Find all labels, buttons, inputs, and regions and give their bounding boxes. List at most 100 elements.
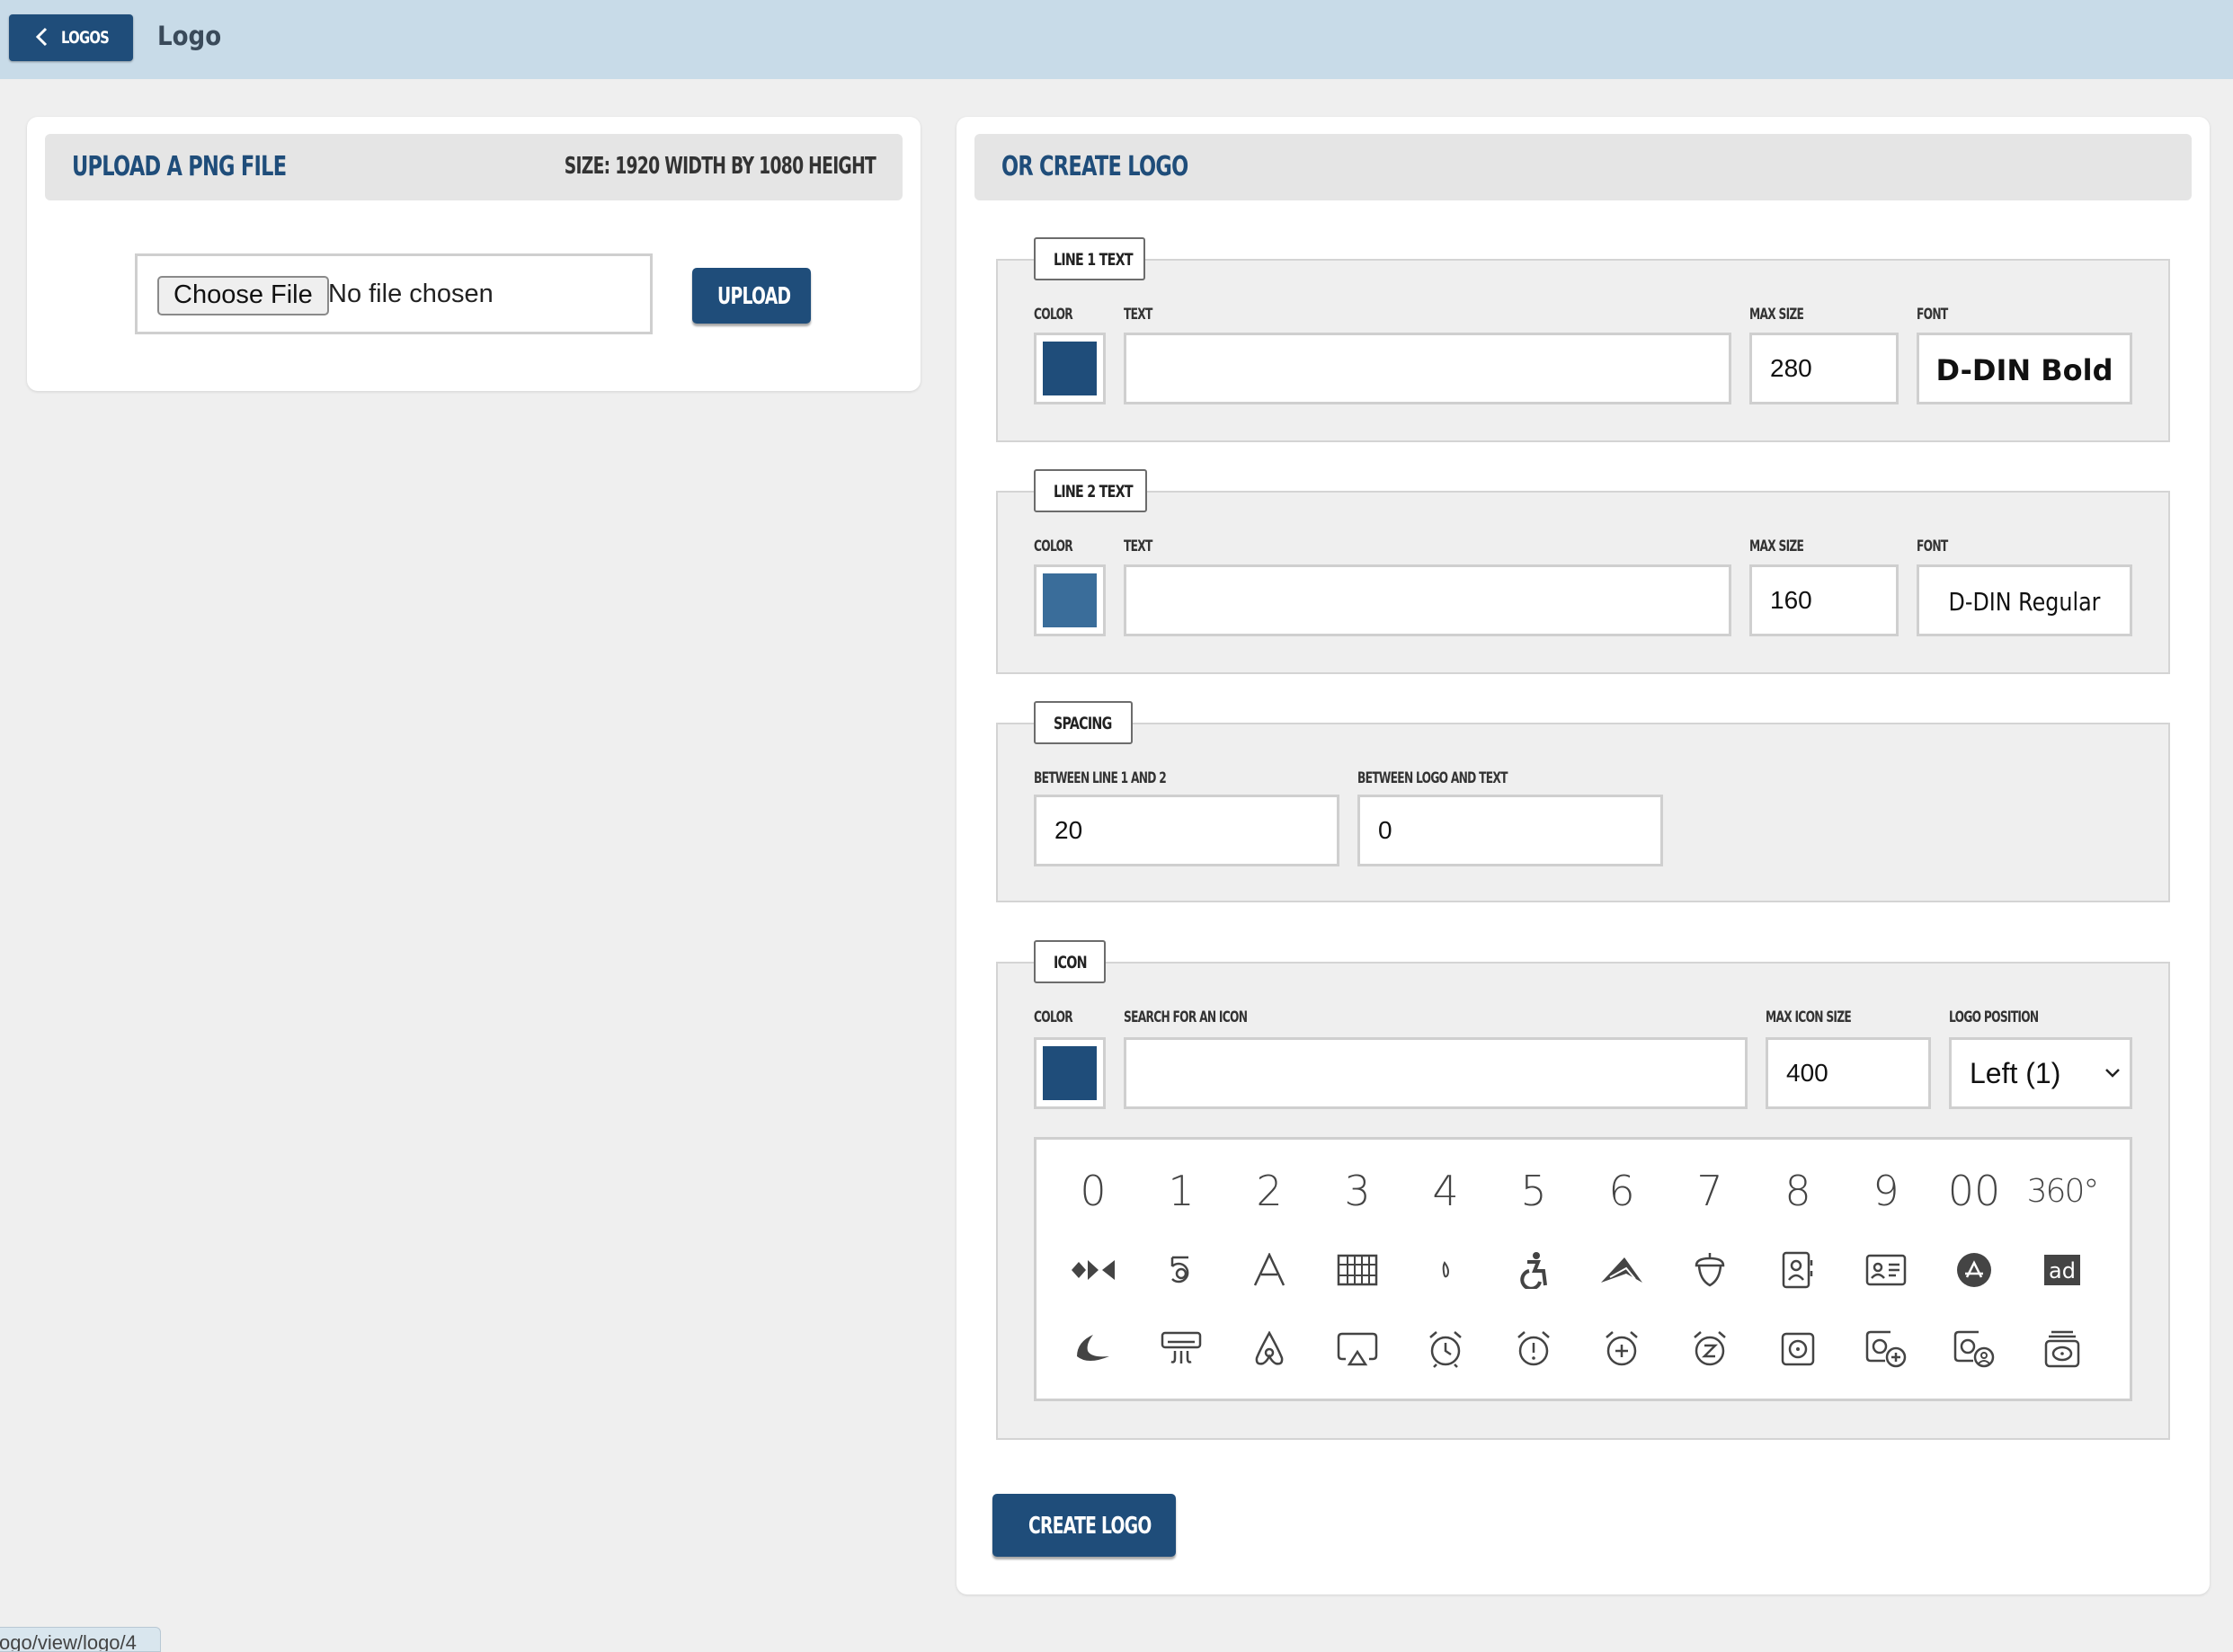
line1-color-picker[interactable]	[1034, 333, 1106, 404]
line2-max-size-value: 160	[1770, 586, 1812, 614]
status-url-tooltip: /logo/view/logo/4	[0, 1627, 161, 1652]
icon-6[interactable]: 6	[1590, 1159, 1653, 1222]
abacus-icon[interactable]	[1326, 1239, 1389, 1301]
icon-color-picker[interactable]	[1034, 1037, 1106, 1109]
ad-icon[interactable]: ad	[2031, 1239, 2094, 1301]
create-logo-header: OR CREATE LOGO	[974, 134, 2192, 200]
between-logo-text-value: 0	[1378, 816, 1392, 844]
icon-legend-label: ICON	[1054, 953, 1088, 973]
line2-text-input[interactable]	[1124, 564, 1731, 636]
accusoft-icon[interactable]	[1590, 1239, 1653, 1301]
between-logo-text-input[interactable]: 0	[1357, 795, 1663, 866]
icon-4[interactable]: 4	[1414, 1159, 1477, 1222]
airplay-icon[interactable]	[1326, 1318, 1389, 1381]
address-book-icon[interactable]	[1766, 1239, 1829, 1301]
alarm-plus-icon[interactable]	[1590, 1318, 1653, 1381]
500px-icon[interactable]	[1150, 1239, 1213, 1301]
line2-text-label: TEXT	[1124, 537, 1152, 555]
logo-position-label: LOGO POSITION	[1949, 1008, 2039, 1026]
acquisitions-incorporated-icon[interactable]	[1062, 1318, 1125, 1381]
max-icon-size-input[interactable]: 400	[1766, 1037, 1931, 1109]
line1-font-value: D-DIN Bold	[1935, 353, 2113, 387]
chevron-down-icon	[2105, 1069, 2120, 1078]
line2-max-size-input[interactable]: 160	[1749, 564, 1899, 636]
album-circle-user-icon[interactable]	[1943, 1318, 2006, 1381]
line1-max-size-value: 280	[1770, 354, 1812, 382]
status-url-text: /logo/view/logo/4	[0, 1631, 137, 1652]
icon-2[interactable]: 2	[1238, 1159, 1301, 1222]
upload-panel-header: UPLOAD A PNG FILE SIZE: 1920 WIDTH BY 10…	[45, 134, 903, 200]
address-card-icon[interactable]	[1855, 1239, 1917, 1301]
chevron-left-icon	[35, 27, 48, 47]
icon-5[interactable]: 5	[1502, 1159, 1565, 1222]
album-icon[interactable]	[1766, 1318, 1829, 1381]
no-file-chosen-text: No file chosen	[328, 280, 494, 308]
spacing-legend: SPACING	[1034, 701, 1133, 744]
line1-legend: LINE 1 TEXT	[1034, 237, 1145, 280]
max-icon-size-label: MAX ICON SIZE	[1766, 1008, 1852, 1026]
page-title: Logo	[157, 21, 222, 51]
icon-360-degrees[interactable]: 360°	[2027, 1159, 2100, 1222]
line1-text-label: TEXT	[1124, 306, 1152, 324]
album-circle-plus-icon[interactable]	[1855, 1318, 1917, 1381]
icon-9[interactable]: 9	[1855, 1159, 1917, 1222]
air-conditioner-icon[interactable]	[1150, 1318, 1213, 1381]
album-collection-icon[interactable]	[2031, 1318, 2094, 1381]
line2-font-value: D-DIN Regular	[1948, 587, 2101, 617]
icon-7[interactable]: 7	[1678, 1159, 1741, 1222]
icon-search-input[interactable]	[1124, 1037, 1748, 1109]
icon-picker-grid: 0 1 2 3 4 5 6 7 8 9 00 360° ad	[1034, 1137, 2132, 1401]
icon-0[interactable]: 0	[1062, 1159, 1125, 1222]
upload-size-note: SIZE: 1920 WIDTH BY 1080 HEIGHT	[564, 153, 876, 180]
logo-position-select[interactable]: Left (1)	[1949, 1037, 2132, 1109]
line2-max-size-label: MAX SIZE	[1749, 537, 1804, 555]
svg-text:ad: ad	[2049, 1258, 2076, 1283]
alarm-snooze-icon[interactable]	[1678, 1318, 1741, 1381]
between-lines-value: 20	[1054, 816, 1083, 844]
drop-comma-icon[interactable]	[1414, 1239, 1477, 1301]
icon-8[interactable]: 8	[1766, 1159, 1829, 1222]
icon-search-label: SEARCH FOR AN ICON	[1124, 1008, 1248, 1026]
line1-font-select[interactable]: D-DIN Bold	[1917, 333, 2132, 404]
between-lines-input[interactable]: 20	[1034, 795, 1339, 866]
logo-position-value: Left (1)	[1970, 1057, 2061, 1089]
upload-button-label: UPLOAD	[717, 283, 791, 310]
line1-font-label: FONT	[1917, 306, 1948, 324]
icon-legend: ICON	[1034, 940, 1106, 983]
icon-00[interactable]: 00	[1943, 1159, 2006, 1222]
icon-1[interactable]: 1	[1150, 1159, 1213, 1222]
alarm-exclamation-icon[interactable]	[1502, 1318, 1565, 1381]
line1-color-label: COLOR	[1034, 306, 1073, 324]
icon-color-label: COLOR	[1034, 1008, 1073, 1026]
between-logo-text-label: BETWEEN LOGO AND TEXT	[1357, 769, 1508, 787]
create-logo-title: OR CREATE LOGO	[1001, 151, 1188, 182]
upload-button[interactable]: UPLOAD	[692, 268, 811, 324]
line2-font-select[interactable]: D-DIN Regular	[1917, 564, 2132, 636]
spacing-legend-label: SPACING	[1054, 714, 1112, 733]
line1-text-input[interactable]	[1124, 333, 1731, 404]
back-button-label: LOGOS	[61, 28, 110, 48]
line2-legend-label: LINE 2 TEXT	[1054, 482, 1134, 502]
icon-3[interactable]: 3	[1326, 1159, 1389, 1222]
bowtie-icon[interactable]	[1062, 1239, 1125, 1301]
choose-file-button[interactable]: Choose File	[157, 276, 329, 315]
line2-legend: LINE 2 TEXT	[1034, 469, 1147, 512]
upload-title: UPLOAD A PNG FILE	[72, 151, 287, 182]
create-logo-button[interactable]: CREATE LOGO	[992, 1494, 1176, 1557]
line2-font-label: FONT	[1917, 537, 1948, 555]
file-input[interactable]: Choose File No file chosen	[135, 253, 653, 334]
create-logo-button-label: CREATE LOGO	[1028, 1513, 1152, 1540]
line1-legend-label: LINE 1 TEXT	[1054, 250, 1134, 270]
alarm-clock-icon[interactable]	[1414, 1318, 1477, 1381]
line2-color-picker[interactable]	[1034, 564, 1106, 636]
top-bar: LOGOS Logo	[0, 0, 2233, 79]
accessible-icon[interactable]	[1502, 1239, 1565, 1301]
airbnb-icon[interactable]	[1238, 1318, 1301, 1381]
acorn-icon[interactable]	[1678, 1239, 1741, 1301]
back-to-logos-button[interactable]: LOGOS	[9, 14, 133, 61]
between-lines-label: BETWEEN LINE 1 AND 2	[1034, 769, 1167, 787]
line1-max-size-label: MAX SIZE	[1749, 306, 1804, 324]
font-a-icon[interactable]	[1238, 1239, 1301, 1301]
line1-max-size-input[interactable]: 280	[1749, 333, 1899, 404]
app-store-icon[interactable]	[1943, 1239, 2006, 1301]
